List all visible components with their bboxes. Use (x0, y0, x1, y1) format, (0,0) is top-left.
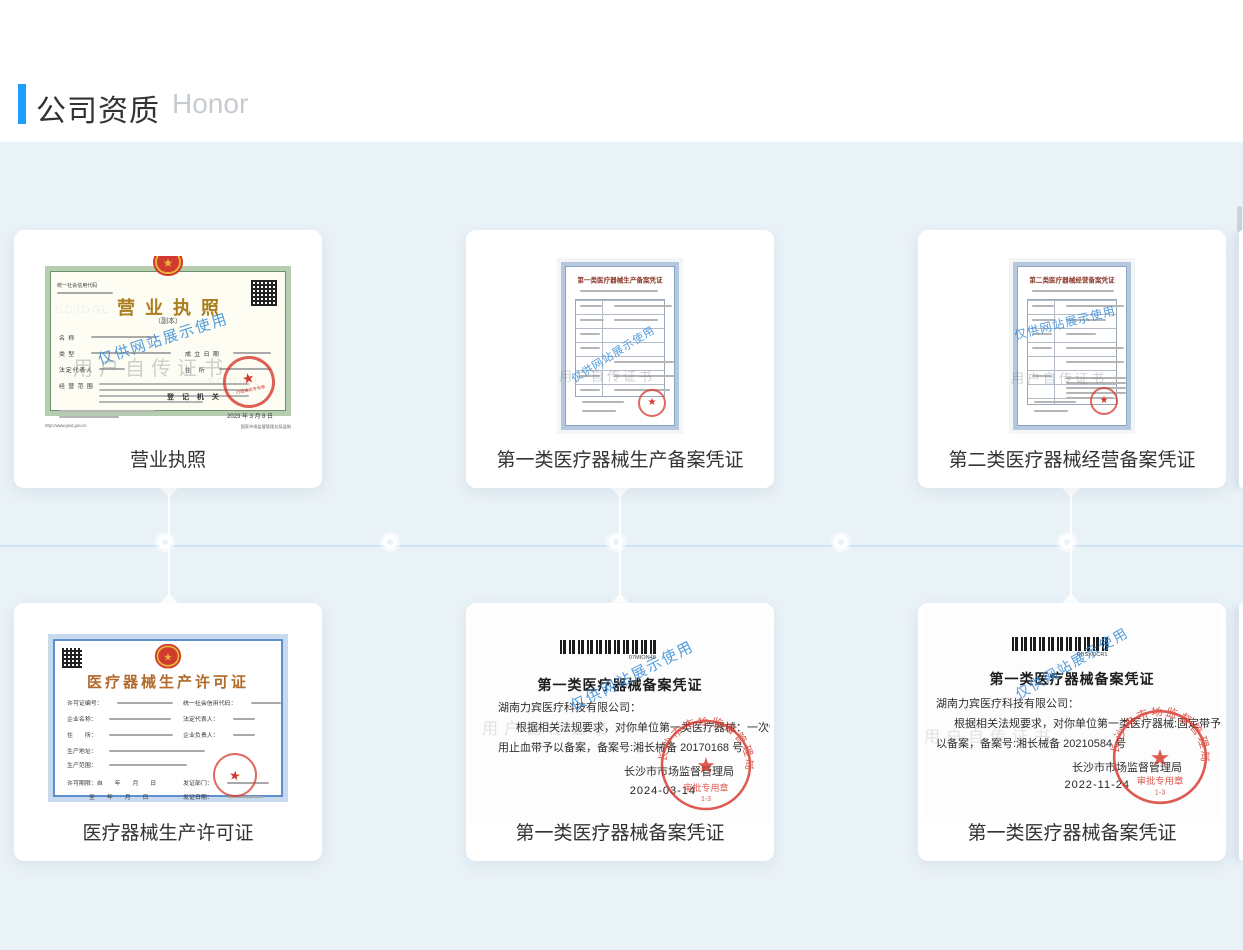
card-arrow-up (1062, 594, 1080, 603)
certificate-image: 统一社会信用代码 营业执照 （副本） 名 称 类 型 成 立 日 期 法 (37, 256, 299, 432)
license-copy-label: （副本） (51, 316, 285, 326)
card-arrow-up (611, 594, 629, 603)
red-seal: ★ (210, 750, 260, 800)
card-caption: 第一类医疗器械备案凭证 (918, 818, 1226, 845)
certificate-table (575, 299, 665, 397)
license-frame: 统一社会信用代码 营业执照 （副本） 名 称 类 型 成 立 日 期 法 (45, 266, 291, 416)
barcode (560, 640, 656, 654)
barcode-label: RBSXOCR1 (1077, 652, 1108, 658)
record-dept-line (1034, 401, 1076, 403)
certificate-card-class1-production-record[interactable]: 第一类医疗器械生产备案凭证 (466, 230, 774, 488)
certificate-image: ★ 医疗器械生产许可证 许可证编号： 统一社会信用代码： 企业名称： 法定代表人… (45, 631, 291, 805)
certificate-image: 第一类医疗器械生产备案凭证 (557, 258, 683, 434)
document-title: 第一类医疗器械备案凭证 (922, 669, 1222, 689)
timeline-dot (834, 535, 848, 549)
red-seal: 长沙市市场监督管理局 ★ 审批专用章 1-3 (658, 717, 754, 818)
document-title: 第一类医疗器械备案凭证 (470, 675, 770, 695)
page-title: 公司资质 (36, 86, 160, 130)
next-card-peek[interactable] (1239, 230, 1243, 488)
page-subtitle: Honor (172, 88, 248, 120)
timeline-connector (168, 488, 170, 603)
svg-text:★: ★ (163, 652, 172, 664)
svg-text:★: ★ (163, 256, 174, 270)
certificate-card-business-license[interactable]: 统一社会信用代码 营业执照 （副本） 名 称 类 型 成 立 日 期 法 (14, 230, 322, 488)
card-caption: 第一类医疗器械备案凭证 (466, 818, 774, 845)
next-card-peek[interactable] (1239, 603, 1243, 861)
svg-text:1-3: 1-3 (701, 796, 711, 803)
national-emblem-icon: ★ (150, 256, 186, 284)
red-seal: ★ (638, 389, 666, 417)
section-header: 公司资质 Honor (0, 84, 1243, 126)
record-date-line (1034, 410, 1068, 412)
card-arrow-down (160, 488, 178, 497)
qr-code (62, 648, 82, 668)
timeline-connector (1070, 488, 1072, 603)
license-frame: ★ 医疗器械生产许可证 许可证编号： 统一社会信用代码： 企业名称： 法定代表人… (48, 634, 288, 802)
record-dept-line (582, 401, 624, 403)
certificate-card-class1-record-2022[interactable]: RBSXOCR1 第一类医疗器械备案凭证 湖南力宾医疗科技有限公司： 根据相关法… (918, 603, 1226, 861)
certificate-image: 第二类医疗器械经营备案凭证 (1009, 258, 1135, 434)
certificate-image: RBSXOCR1 第一类医疗器械备案凭证 湖南力宾医疗科技有限公司： 根据相关法… (922, 607, 1222, 823)
record-number (1032, 290, 1114, 292)
certificate-title: 第二类医疗器械经营备案凭证 (1028, 276, 1117, 285)
honor-section: 统一社会信用代码 营业执照 （副本） 名 称 类 型 成 立 日 期 法 (0, 142, 1243, 950)
certificate-image: 07MION48 第一类医疗器械备案凭证 湖南力宾医疗科技有限公司： 根据相关法… (470, 607, 770, 823)
svg-text:审批专用章: 审批专用章 (1137, 775, 1184, 786)
watermark-display-notice: 仅供网站展示使用 (1012, 622, 1133, 703)
certificate-card-class1-record-2024[interactable]: 07MION48 第一类医疗器械备案凭证 湖南力宾医疗科技有限公司： 根据相关法… (466, 603, 774, 861)
barcode-label: 07MION48 (629, 655, 656, 661)
record-date-line (582, 410, 616, 412)
certificate-title: 第一类医疗器械生产备案凭证 (576, 276, 665, 285)
accent-bar (18, 84, 26, 124)
card-caption: 医疗器械生产许可证 (14, 818, 322, 845)
credit-code-label: 统一社会信用代码 (57, 282, 97, 289)
certificate-frame: 第二类医疗器械经营备案凭证 (1013, 262, 1131, 430)
license-footer: http://www.gsxt.gov.cn 国家市场监督管理总局监制 (45, 420, 291, 430)
red-seal: 长沙市市场监督管理局 ★ 审批专用章 1-3 (1110, 707, 1210, 812)
svg-text:★: ★ (1150, 744, 1171, 770)
card-arrow-down (611, 488, 629, 497)
next-card-shadow (1237, 206, 1242, 232)
svg-text:★: ★ (696, 753, 716, 778)
certificate-frame: 第一类医疗器械生产备案凭证 (561, 262, 679, 430)
company-honor-page: 公司资质 Honor 统一社会信用代码 营业执照 (0, 0, 1243, 950)
registry-label: 登 记 机 关 (167, 392, 222, 402)
certificate-card-production-license[interactable]: ★ 医疗器械生产许可证 许可证编号： 统一社会信用代码： 企业名称： 法定代表人… (14, 603, 322, 861)
card-caption: 第一类医疗器械生产备案凭证 (466, 445, 774, 472)
timeline-dot (383, 535, 397, 549)
red-seal: ★ (1090, 387, 1118, 415)
card-arrow-down (1062, 488, 1080, 497)
certificate-card-class2-operating-record[interactable]: 第二类医疗器械经营备案凭证 (918, 230, 1226, 488)
record-number (580, 290, 658, 292)
qr-code (251, 280, 277, 306)
license-title: 医疗器械生产许可证 (55, 671, 281, 692)
card-caption: 第二类医疗器械经营备案凭证 (918, 445, 1226, 472)
red-seal: ★ 行政审批专用章 (218, 351, 280, 413)
timeline-connector (619, 488, 621, 603)
svg-text:审批专用章: 审批专用章 (683, 782, 728, 793)
barcode (1012, 637, 1108, 651)
card-arrow-up (160, 594, 178, 603)
svg-text:1-3: 1-3 (1155, 788, 1166, 797)
card-caption: 营业执照 (14, 445, 322, 472)
